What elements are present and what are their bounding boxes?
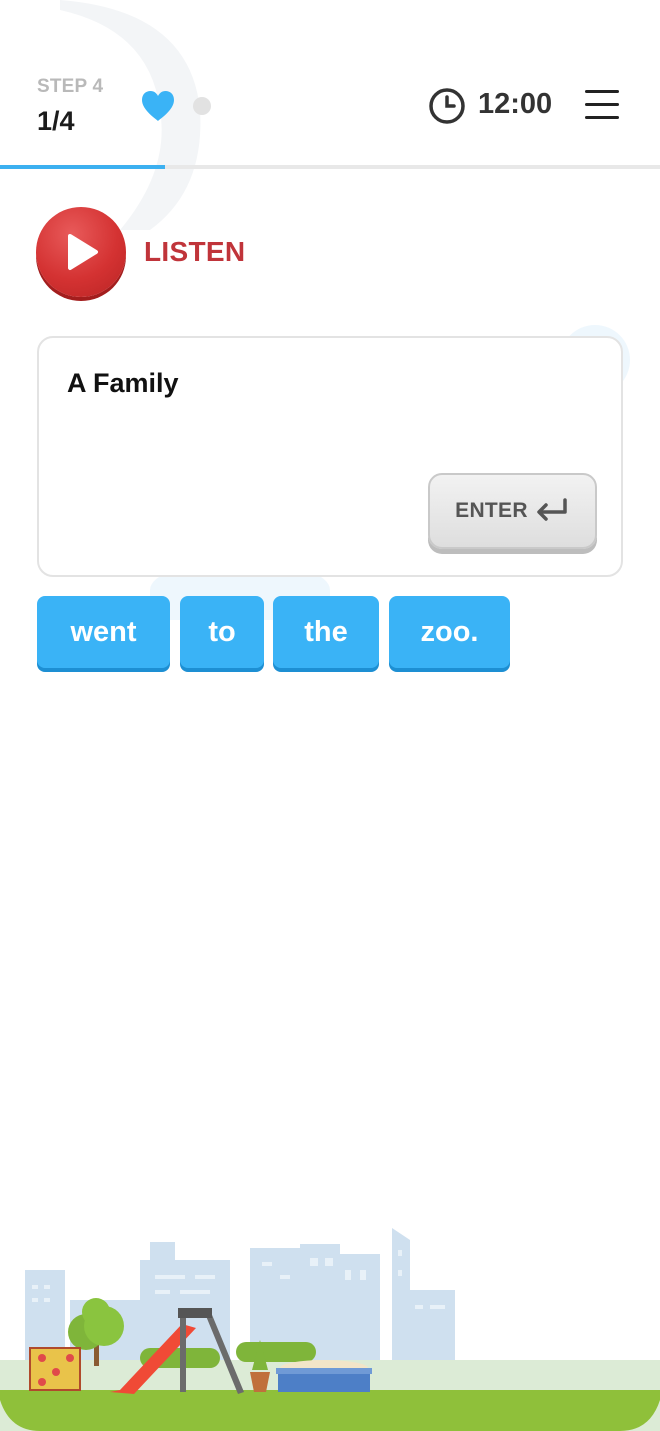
sentence-card: A Family ENTER bbox=[37, 336, 623, 577]
menu-icon[interactable] bbox=[585, 90, 619, 122]
heart-icon bbox=[142, 91, 174, 121]
word-tile[interactable]: zoo. bbox=[389, 596, 510, 668]
return-arrow-icon bbox=[537, 498, 567, 521]
enter-button[interactable]: ENTER bbox=[428, 473, 597, 549]
sentence-text: A Family bbox=[67, 368, 179, 398]
listen-label: LISTEN bbox=[144, 236, 246, 267]
dot-icon bbox=[193, 97, 211, 115]
step-count: 1/4 bbox=[37, 106, 75, 136]
step-label: STEP 4 bbox=[37, 76, 104, 97]
playground-illustration bbox=[0, 1228, 660, 1431]
play-icon bbox=[68, 234, 98, 270]
word-tile[interactable]: went bbox=[37, 596, 170, 668]
listen-button[interactable] bbox=[36, 207, 126, 297]
header: STEP 4 1/4 12:00 bbox=[0, 0, 660, 170]
progress-fill bbox=[0, 165, 165, 169]
enter-label: ENTER bbox=[455, 499, 528, 522]
timer: 12:00 bbox=[478, 88, 553, 120]
clock-icon bbox=[429, 88, 465, 124]
word-tile[interactable]: the bbox=[273, 596, 379, 668]
progress-bar bbox=[0, 165, 660, 169]
word-tile[interactable]: to bbox=[180, 596, 264, 668]
